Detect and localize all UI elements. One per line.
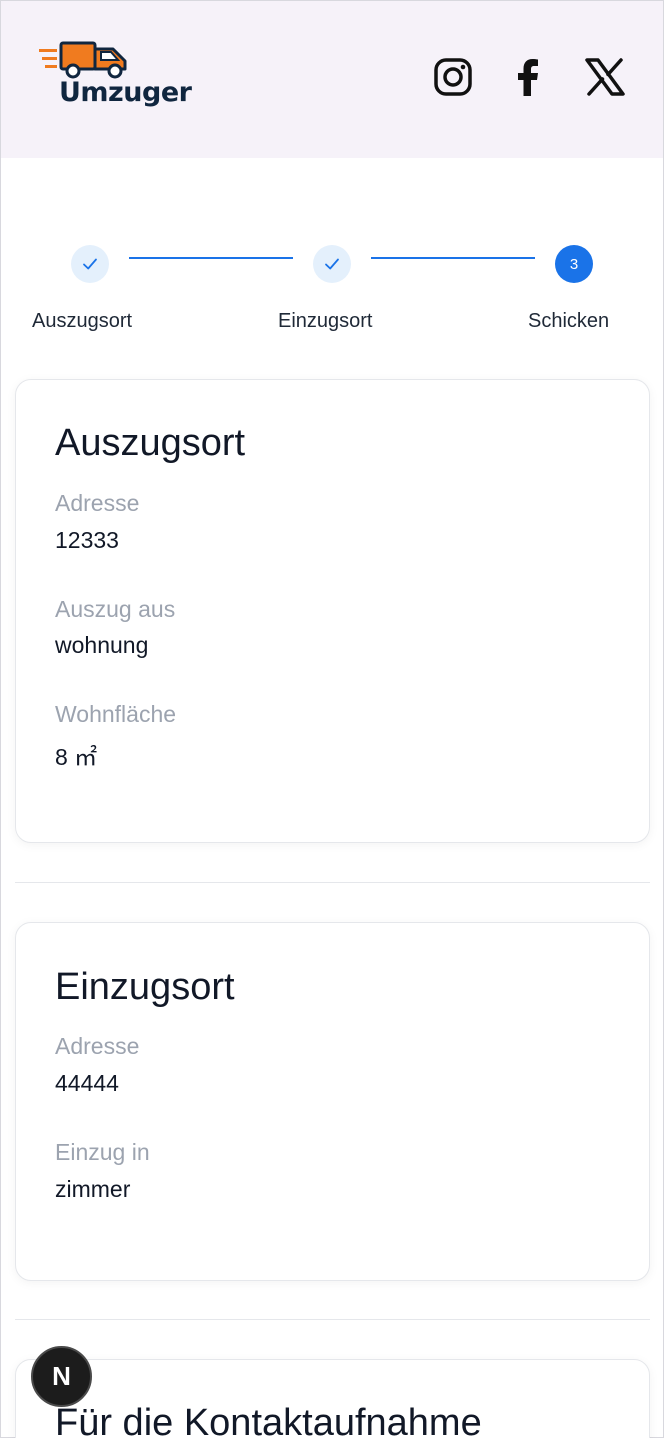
instagram-link[interactable] — [432, 56, 474, 98]
progress-stepper: 3 Auszugsort Einzugsort Schicken — [1, 241, 663, 341]
move-from-label: Auszug aus — [55, 596, 176, 622]
facebook-icon — [518, 59, 538, 96]
step-2-check — [313, 245, 351, 283]
address-value: 12333 — [55, 527, 119, 553]
auszugsort-card: Auszugsort Adresse 12333 Auszug aus wohn… — [15, 379, 650, 843]
card-title: Für die Kontaktaufnahme — [55, 1402, 482, 1438]
instagram-icon — [434, 58, 472, 96]
section-divider — [15, 1319, 650, 1320]
x-icon — [585, 58, 625, 96]
living-area-label: Wohnfläche — [55, 701, 177, 727]
kontakt-card: Für die Kontaktaufnahme — [15, 1359, 650, 1438]
move-into-label: Einzug in — [55, 1139, 150, 1165]
truck-icon — [39, 41, 127, 79]
move-from-value: wohnung — [55, 632, 149, 658]
address-label: Adresse — [55, 490, 140, 516]
site-header: Umzuger — [1, 1, 663, 158]
step-label-auszugsort: Auszugsort — [32, 310, 133, 332]
step-connector-2 — [371, 257, 535, 259]
address-value: 44444 — [55, 1070, 119, 1096]
x-link[interactable] — [584, 56, 626, 98]
section-divider — [15, 882, 650, 883]
facebook-link[interactable] — [508, 56, 550, 98]
card-title: Einzugsort — [55, 966, 235, 1008]
step-label-einzugsort: Einzugsort — [278, 310, 373, 332]
check-icon — [83, 258, 97, 270]
living-area-value: 8 ㎡ — [55, 744, 98, 770]
move-into-value: zimmer — [55, 1176, 131, 1202]
step-3-number: 3 — [555, 245, 593, 283]
step-label-schicken: Schicken — [528, 310, 610, 332]
address-label: Adresse — [55, 1033, 140, 1059]
card-title: Auszugsort — [55, 422, 246, 464]
step-1-check — [71, 245, 109, 283]
logo[interactable]: Umzuger — [37, 39, 207, 115]
dev-tools-button[interactable]: N — [31, 1346, 92, 1407]
einzugsort-card: Einzugsort Adresse 44444 Einzug in zimme… — [15, 922, 650, 1281]
logo-text: Umzuger — [59, 77, 192, 108]
check-icon — [325, 258, 339, 270]
step-connector-1 — [129, 257, 293, 259]
